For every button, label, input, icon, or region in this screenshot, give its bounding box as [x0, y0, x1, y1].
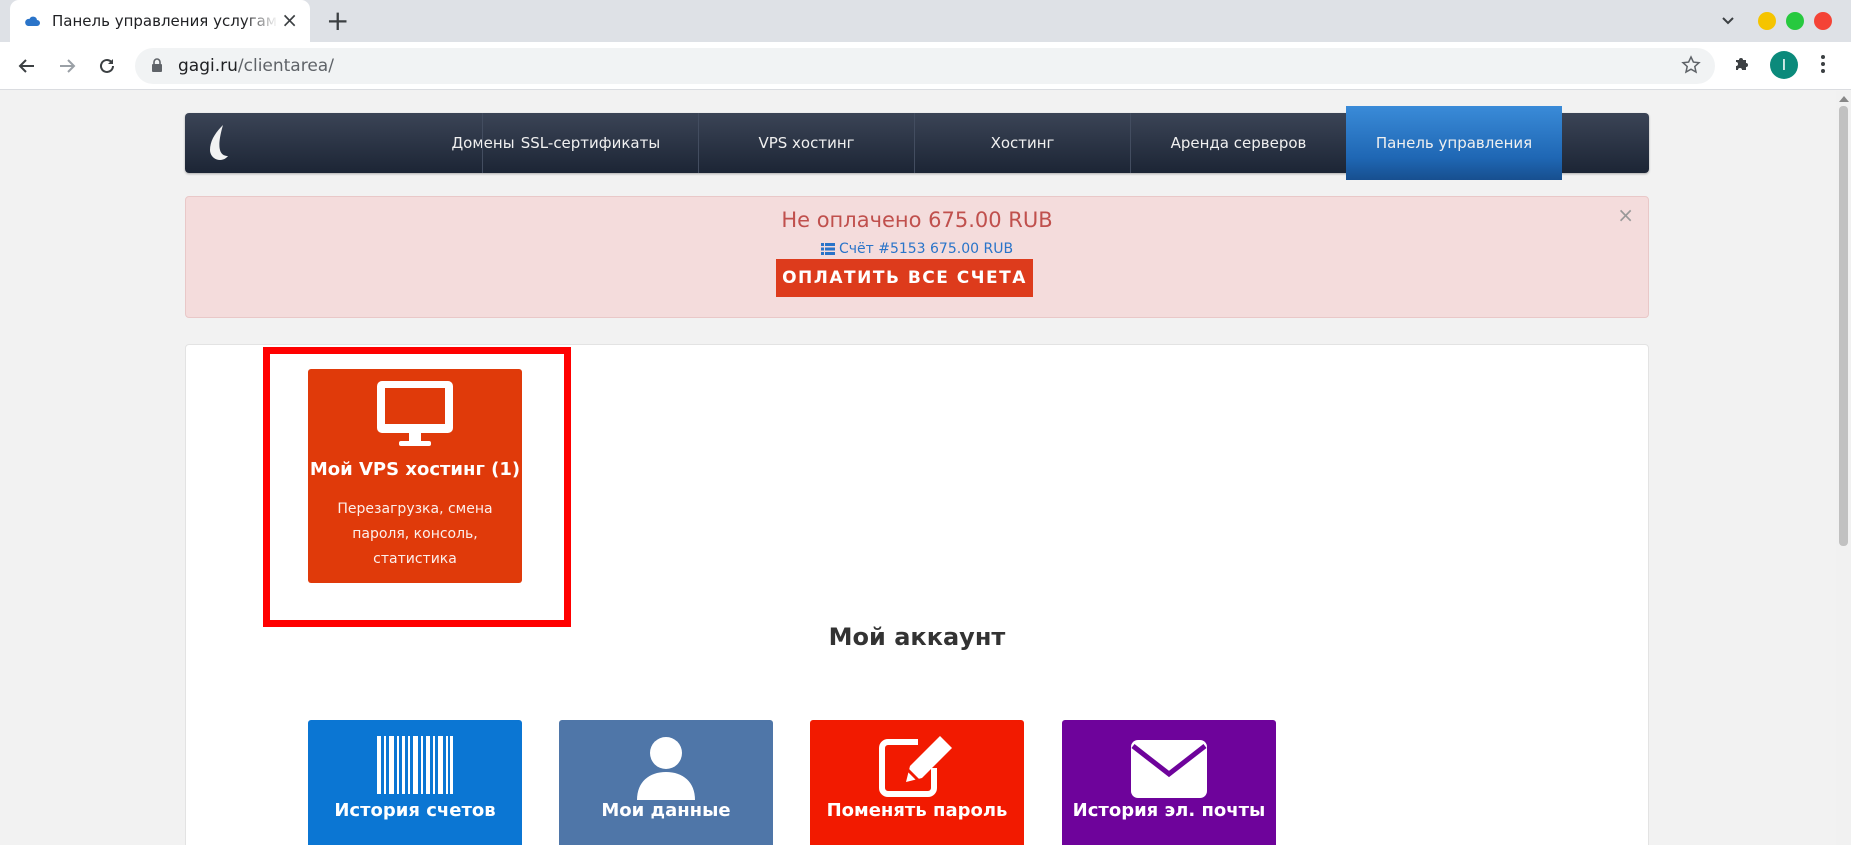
address-bar[interactable]: gagi.ru/clientarea/	[135, 48, 1715, 84]
barcode-icon	[308, 736, 522, 794]
browser-toolbar: gagi.ru/clientarea/ I	[0, 42, 1851, 90]
close-tab-icon[interactable]: ×	[281, 10, 298, 30]
nav-vps[interactable]: VPS хостинг	[698, 113, 914, 173]
reload-button[interactable]	[95, 54, 119, 78]
invoice-history-tile[interactable]: История счетов	[308, 720, 522, 845]
close-alert-icon[interactable]: ×	[1617, 203, 1634, 227]
lock-icon[interactable]	[151, 58, 163, 77]
list-icon	[820, 243, 835, 259]
my-details-title: Мои данные	[601, 800, 731, 821]
cloud-favicon-icon	[24, 13, 40, 29]
new-tab-button[interactable]: +	[326, 6, 349, 36]
minimize-button[interactable]	[1758, 12, 1776, 30]
nav-hosting[interactable]: Хостинг	[914, 113, 1130, 173]
invoice-link[interactable]: Счёт #5153 675.00 RUB	[186, 241, 1648, 259]
unpaid-alert: Не оплачено 675.00 RUB Счёт #5153 675.00…	[185, 196, 1649, 318]
browser-tab[interactable]: Панель управления услугами ×	[10, 0, 310, 42]
scroll-up-arrow-icon[interactable]	[1839, 96, 1849, 102]
email-history-title: История эл. почты	[1072, 800, 1266, 821]
change-password-title: Поменять пароль	[826, 800, 1008, 821]
chevron-down-icon[interactable]	[1720, 12, 1736, 32]
browser-tab-strip: Панель управления услугами × +	[0, 0, 1851, 42]
bookmark-star-icon[interactable]	[1681, 55, 1701, 79]
maximize-button[interactable]	[1786, 12, 1804, 30]
pay-all-button[interactable]: ОПЛАТИТЬ ВСЕ СЧЕТА	[776, 259, 1033, 297]
site-logo-icon[interactable]	[207, 123, 233, 167]
account-section-title: Мой аккаунт	[828, 623, 1006, 651]
highlight-box	[263, 347, 571, 627]
user-icon	[559, 736, 773, 800]
back-button[interactable]	[15, 54, 39, 78]
browser-menu-icon[interactable]	[1820, 54, 1826, 78]
scrollbar-thumb[interactable]	[1839, 106, 1848, 546]
profile-avatar[interactable]: I	[1770, 51, 1798, 79]
change-password-tile[interactable]: Поменять пароль	[810, 720, 1024, 845]
nav-ssl[interactable]: SSL-сертификаты	[482, 113, 698, 173]
nav-control-panel[interactable]: Панель управления	[1346, 106, 1562, 180]
site-navigation: Домены SSL-сертификаты VPS хостинг Хости…	[185, 106, 1649, 180]
invoice-history-title: История счетов	[334, 800, 496, 821]
edit-icon	[810, 734, 1024, 798]
nav-servers[interactable]: Аренда серверов	[1130, 113, 1346, 173]
extensions-puzzle-icon[interactable]	[1732, 54, 1752, 78]
page-viewport: Домены SSL-сертификаты VPS хостинг Хости…	[0, 91, 1836, 845]
page-scrollbar[interactable]	[1836, 91, 1851, 845]
forward-button[interactable]	[55, 54, 79, 78]
unpaid-message: Не оплачено 675.00 RUB	[781, 208, 1053, 232]
email-history-tile[interactable]: История эл. почты	[1062, 720, 1276, 845]
url-text[interactable]: gagi.ru/clientarea/	[178, 56, 334, 76]
close-window-button[interactable]	[1814, 12, 1832, 30]
my-details-tile[interactable]: Мои данные	[559, 720, 773, 845]
envelope-icon	[1062, 740, 1276, 798]
tab-title: Панель управления услугами	[52, 12, 278, 30]
